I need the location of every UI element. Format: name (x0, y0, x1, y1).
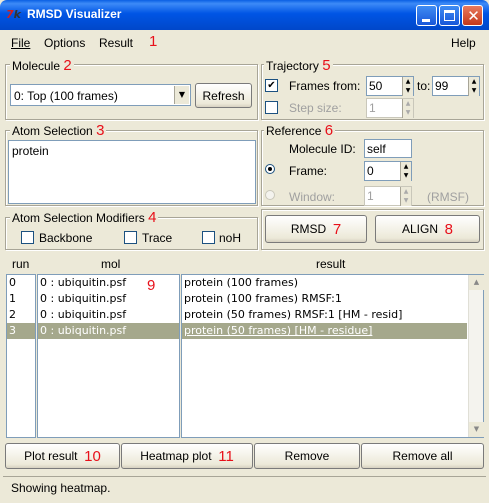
result-header: result (316, 257, 346, 271)
title-bar[interactable]: 7k RMSD Visualizer ✕ (0, 0, 489, 30)
to-label: to: (417, 79, 431, 93)
list-item[interactable]: 0 : ubiquitin.psf (38, 307, 179, 323)
molecule-dropdown[interactable]: 0: Top (100 frames) ▼ (10, 84, 191, 106)
align-button[interactable]: ALIGN 8 (375, 215, 480, 243)
list-item[interactable]: protein (50 frames) RMSF:1 [HM - resid] (182, 307, 483, 323)
list-item[interactable]: protein (50 frames) [HM - residue] (182, 323, 467, 339)
window-title: RMSD Visualizer (27, 7, 122, 21)
atom-selection-input[interactable]: protein (8, 140, 256, 204)
molecule-id-label: Molecule ID: (289, 142, 356, 156)
maximize-button[interactable] (439, 5, 460, 26)
scroll-up-icon[interactable]: ▲ (469, 275, 484, 290)
frames-to-spinner[interactable]: ▲ ▼ (468, 77, 479, 96)
molecule-id-input[interactable]: self (364, 139, 412, 158)
frames-from-label: Frames from: (289, 79, 361, 93)
molecule-legend: Molecule 2 (10, 57, 74, 74)
frames-checkbox[interactable]: ✔ (265, 79, 278, 92)
atom-selection-legend: Atom Selection 3 (10, 122, 107, 139)
window-spinner[interactable]: ▲ ▼ (400, 187, 411, 206)
run-list[interactable]: 0 1 2 3 (6, 274, 36, 438)
frames-to-input[interactable]: 99 ▲ ▼ (432, 76, 480, 96)
annotation-1: 1 (149, 33, 158, 50)
list-item[interactable]: 0 : ubiquitin.psf (38, 323, 179, 339)
noh-checkbox[interactable] (202, 231, 215, 244)
refresh-button[interactable]: Refresh (195, 83, 252, 108)
noh-label: noH (219, 231, 242, 245)
list-item[interactable]: 2 (7, 307, 35, 323)
list-item[interactable]: 1 (7, 291, 35, 307)
trace-checkbox[interactable] (124, 231, 137, 244)
heatmap-plot-button[interactable]: Heatmap plot 11 (121, 443, 253, 469)
plot-result-button[interactable]: Plot result 10 (5, 443, 120, 469)
rmsd-button[interactable]: RMSD 7 (265, 215, 367, 243)
atom-selection-text: protein (12, 144, 49, 158)
frame-value: 0 (367, 164, 374, 178)
remove-button[interactable]: Remove (254, 443, 360, 469)
window-input[interactable]: 1 ▲ ▼ (364, 186, 412, 206)
step-value: 1 (369, 101, 376, 115)
step-checkbox[interactable] (265, 101, 278, 114)
frame-spinner[interactable]: ▲ ▼ (400, 162, 411, 181)
status-text: Showing heatmap. (11, 481, 111, 495)
list-item[interactable]: protein (100 frames) (182, 275, 483, 291)
window-value: 1 (367, 189, 374, 203)
window-label: Window: (289, 190, 336, 204)
frames-to-value: 99 (435, 79, 449, 93)
list-item[interactable]: 3 (7, 323, 35, 339)
menu-options[interactable]: Options (44, 36, 85, 50)
list-item[interactable]: 0 : ubiquitin.psf (38, 291, 179, 307)
step-label: Step size: (289, 101, 342, 115)
menu-help[interactable]: Help (451, 36, 476, 50)
frames-from-value: 50 (369, 79, 383, 93)
mol-list[interactable]: 0 : ubiquitin.psf 0 : ubiquitin.psf 0 : … (37, 274, 180, 438)
reference-legend: Reference 6 (264, 122, 336, 139)
scroll-down-icon[interactable]: ▼ (469, 422, 484, 437)
menu-bar: File Options Result 1 Help (0, 30, 489, 54)
trace-label: Trace (142, 231, 173, 245)
modifiers-legend: Atom Selection Modifiers 4 (10, 209, 159, 226)
status-bar: Showing heatmap. (3, 476, 486, 498)
frames-from-spinner[interactable]: ▲ ▼ (402, 77, 413, 96)
window-radio[interactable] (265, 190, 275, 200)
molecule-selected: 0: Top (100 frames) (14, 89, 118, 103)
close-icon: ✕ (467, 7, 480, 25)
molecule-id-value: self (367, 142, 386, 156)
annotation-9: 9 (147, 277, 156, 294)
remove-all-button[interactable]: Remove all (361, 443, 484, 469)
trajectory-legend: Trajectory 5 (264, 57, 333, 74)
rmsf-label: (RMSF) (427, 190, 469, 204)
frame-input[interactable]: 0 ▲ ▼ (364, 161, 412, 181)
backbone-label: Backbone (39, 231, 93, 245)
backbone-checkbox[interactable] (21, 231, 34, 244)
minimize-button[interactable] (416, 5, 437, 26)
list-item[interactable]: 0 (7, 275, 35, 291)
frame-radio[interactable] (265, 164, 275, 174)
app-icon: 7k (6, 8, 21, 21)
list-item[interactable]: protein (100 frames) RMSF:1 (182, 291, 483, 307)
frames-from-input[interactable]: 50 ▲ ▼ (366, 76, 414, 96)
list-item[interactable]: 0 : ubiquitin.psf (38, 275, 179, 291)
result-scrollbar[interactable]: ▲ ▼ (468, 275, 484, 437)
run-header: run (12, 257, 30, 271)
mol-header: mol (101, 257, 121, 271)
close-button[interactable]: ✕ (462, 5, 483, 26)
frame-label: Frame: (289, 164, 328, 178)
menu-file[interactable]: File (11, 36, 30, 50)
chevron-down-icon[interactable]: ▼ (174, 86, 189, 104)
menu-result[interactable]: Result (99, 36, 133, 50)
step-spinner[interactable]: ▲ ▼ (402, 99, 413, 118)
step-input[interactable]: 1 ▲ ▼ (366, 98, 414, 118)
result-list[interactable]: protein (100 frames) protein (100 frames… (181, 274, 484, 438)
